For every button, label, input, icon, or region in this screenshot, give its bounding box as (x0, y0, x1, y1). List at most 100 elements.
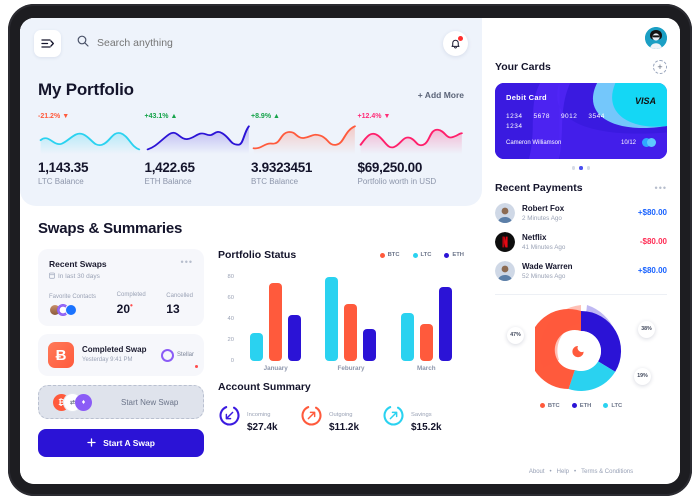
contact-avatars[interactable] (49, 304, 96, 316)
bar-ltc[interactable] (400, 312, 414, 361)
account-item-label: Outgoing (329, 412, 353, 418)
search-input[interactable] (97, 37, 297, 49)
legend-label: ETH (452, 252, 464, 258)
stellar-icon (160, 348, 174, 362)
start-new-swap-dropzone[interactable]: ₿ ⇄ ♦ Start New Swap (38, 385, 204, 419)
account-summary-item[interactable]: Incoming $27.4k (218, 403, 300, 433)
portfolio-stat-card[interactable]: -21.2% ▼ 1,143.35 LTC Balance (38, 113, 145, 186)
chart-title: Portfolio Status (218, 249, 297, 261)
account-summary-row: Incoming $27.4k Outgoing $11.2k Savings $15.2… (218, 403, 464, 433)
y-tick: 60 (227, 295, 234, 302)
chart-legend: BTC LTC ETH (379, 252, 464, 258)
netflix-logo (495, 231, 515, 252)
footer-link[interactable]: Terms & Conditions (581, 469, 633, 475)
notification-bell-icon[interactable] (443, 30, 468, 56)
pager-dot[interactable] (586, 166, 591, 170)
card-expiry: 10/12 (620, 139, 636, 146)
payment-row[interactable]: Netflix 41 Minutes Ago -$80.00 (495, 231, 667, 252)
bar-group (238, 269, 313, 361)
completed-swap-item[interactable]: Ƀ Completed Swap Yesterday 9:41 PM Stell… (38, 334, 204, 376)
donut-legend-item-ltc[interactable]: LTC (603, 403, 622, 409)
legend-swatch (444, 252, 450, 258)
account-item-label: Incoming (247, 412, 271, 418)
ethereum-icon: ♦ (75, 393, 92, 411)
payment-amount: +$80.00 (637, 208, 667, 217)
favorite-contacts-label: Favorite Contacts (49, 294, 97, 300)
payment-row[interactable]: Robert Fox 2 Minutes Ago +$80.00 (495, 202, 667, 223)
bar-eth[interactable] (288, 315, 302, 361)
card-pager[interactable] (495, 166, 667, 170)
stat-value: 1,422.65 (144, 160, 195, 175)
legend-item-btc[interactable]: BTC (379, 252, 400, 258)
x-axis: January Feburary March (238, 365, 464, 372)
footer-link[interactable]: Help (557, 469, 569, 475)
menu-expand-icon[interactable] (34, 29, 61, 57)
your-cards-title: Your Cards (495, 61, 551, 73)
stat-change-value: +12.4% (357, 113, 382, 120)
account-summary-item[interactable]: Outgoing $11.2k (300, 403, 382, 433)
stat-change: +12.4% ▼ (358, 113, 465, 120)
footer-links: About • Help • Terms & Conditions (482, 469, 680, 475)
bar-eth[interactable] (363, 328, 377, 361)
portfolio-stat-card[interactable]: +8.9% ▲ 3.9323451 BTC Balance (251, 113, 358, 186)
swaps-right-column: Portfolio Status BTC LTC ETH 80 60 40 20 0 Jan… (218, 249, 464, 457)
legend-label: LTC (611, 402, 623, 409)
stat-label: ETH Balance (144, 177, 192, 186)
network-badge: Stellar (160, 348, 194, 362)
status-badge (194, 364, 198, 368)
add-more-button[interactable]: + Add More (418, 90, 464, 100)
account-summary-title: Account Summary (218, 381, 311, 393)
recent-swaps-range: In last 30 days (58, 273, 100, 280)
donut-label-btc: 47% (507, 326, 524, 344)
bar-ltc[interactable] (325, 277, 339, 361)
recent-swaps-header: Recent Swaps In last 30 days ••• (49, 258, 193, 281)
bar-btc[interactable] (269, 282, 283, 361)
start-a-swap-button[interactable]: Start A Swap (38, 429, 204, 457)
legend-item-ltc[interactable]: LTC (412, 252, 431, 258)
card-number: 1234 5678 9012 3544 (506, 113, 656, 120)
more-horizontal-icon[interactable]: ••• (655, 183, 667, 192)
stat-value: 3.9323451 (251, 160, 313, 175)
legend-item-eth[interactable]: ETH (444, 252, 464, 258)
bar-btc[interactable] (419, 324, 433, 361)
recent-swaps-stats: Favorite Contacts Completed 20• Cancelle… (49, 292, 193, 316)
donut-legend-item-btc[interactable]: BTC (539, 403, 560, 409)
more-horizontal-icon[interactable]: ••• (181, 258, 193, 267)
pager-dot[interactable] (579, 166, 583, 170)
bar-eth[interactable] (438, 286, 452, 361)
payment-name: Robert Fox (522, 203, 565, 213)
y-tick: 80 (227, 274, 234, 281)
search-bar[interactable] (77, 34, 433, 52)
x-tick: Feburary (337, 365, 365, 372)
app-screen: My Portfolio + Add More -21.2%▼1,143.35L… (20, 18, 680, 484)
add-card-icon[interactable]: + (653, 60, 667, 74)
bar-chart: 80 60 40 20 0 January Feburary March (218, 269, 464, 379)
card-content: Debit Card 1234 5678 9012 3544 1234 Cameron… (506, 93, 656, 147)
account-summary-item[interactable]: Savings $15.2k (382, 403, 464, 433)
portfolio-stat-card[interactable]: +43.1% ▲ 1,422.65 ETH Balance (145, 113, 252, 186)
recent-payments-header: Recent Payments ••• (495, 182, 667, 194)
favorite-contacts: Favorite Contacts (49, 294, 96, 316)
footer-separator: • (574, 469, 577, 475)
bar-btc[interactable] (344, 303, 358, 361)
page-title: My Portfolio (38, 80, 134, 99)
portfolio-stat-card[interactable]: +12.4% ▼ $69,250.00 Portfolio worth in USD (358, 113, 465, 186)
cancelled-stat: Cancelled 13 (166, 293, 193, 316)
donut-legend-item-eth[interactable]: ETH (571, 403, 591, 409)
bitcoin-icon: Ƀ (48, 342, 74, 368)
payment-row[interactable]: Wade Warren 52 Minutes Ago +$80.00 (495, 260, 667, 281)
footer-link[interactable]: About (529, 469, 545, 475)
photo-avatar (495, 260, 515, 281)
stat-label: Portfolio worth in USD (357, 177, 437, 186)
user-avatar[interactable] (645, 27, 667, 49)
credit-card[interactable]: VISA Debit Card 1234 5678 9012 3544 1234 Ca… (495, 83, 667, 159)
calendar-icon (49, 272, 55, 281)
bar-group (389, 269, 464, 361)
tablet-device-frame: My Portfolio + Add More -21.2%▼1,143.35L… (8, 4, 692, 496)
right-sidebar: Your Cards + VISA Debit Card 1234 5678 901… (482, 18, 680, 484)
arrow-down-icon: ▼ (62, 113, 70, 120)
completed-swap-title: Completed Swap (82, 345, 147, 355)
bar-ltc[interactable] (250, 332, 264, 361)
pager-dot[interactable] (571, 166, 576, 170)
photo-avatar (495, 202, 515, 223)
